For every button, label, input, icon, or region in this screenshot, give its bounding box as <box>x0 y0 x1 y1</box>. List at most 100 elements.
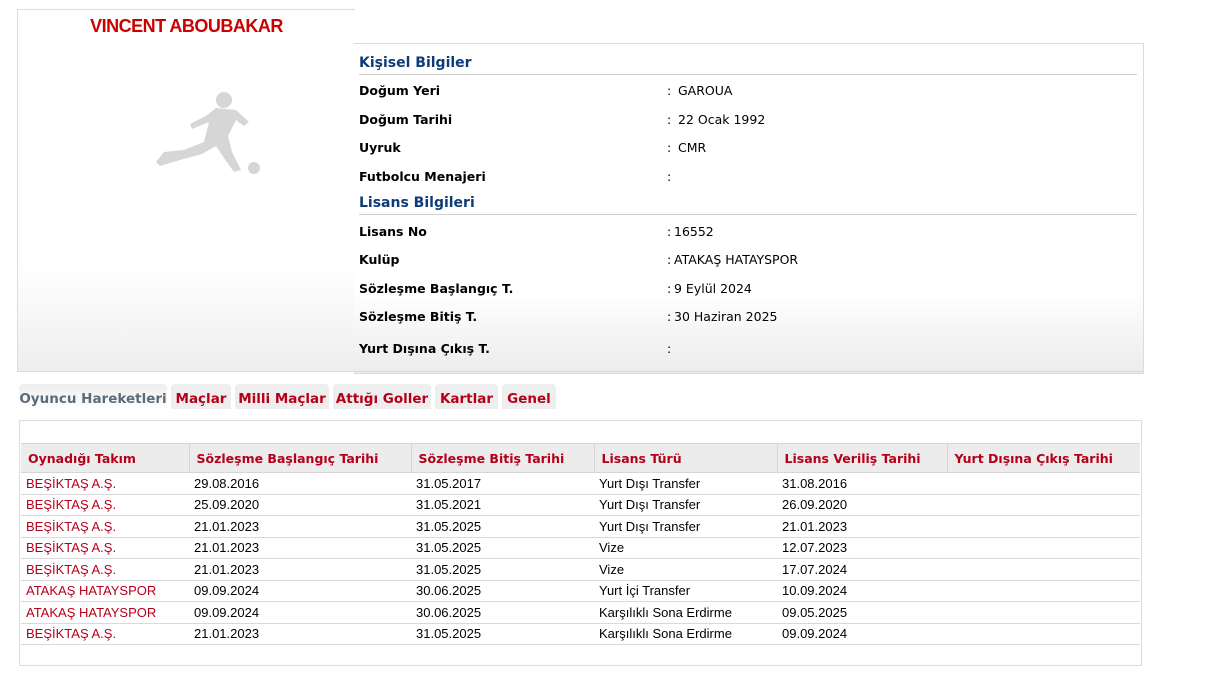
tab-goals[interactable]: Attığı Goller <box>333 384 431 409</box>
table-row: BEŞİKTAŞ A.Ş. 21.01.2023 31.05.2025 Yurt… <box>21 515 1140 538</box>
table-row: BEŞİKTAŞ A.Ş. 29.08.2016 31.05.2017 Yurt… <box>21 472 1140 495</box>
team-link[interactable]: BEŞİKTAŞ A.Ş. <box>21 623 189 645</box>
license-date-cell: 09.09.2024 <box>777 623 947 645</box>
abroad-exit-cell <box>947 537 1140 559</box>
contract-start-cell: 21.01.2023 <box>189 623 411 645</box>
team-link[interactable]: BEŞİKTAŞ A.Ş. <box>21 472 189 495</box>
abroad-exit-cell <box>947 580 1140 602</box>
table-header-row: Oynadığı Takım Sözleşme Başlangıç Tarihi… <box>21 443 1140 473</box>
column-header-team: Oynadığı Takım <box>21 443 189 473</box>
contract-start-cell: 09.09.2024 <box>189 580 411 602</box>
column-header-license-date: Lisans Veriliş Tarihi <box>776 443 947 473</box>
license-date-cell: 31.08.2016 <box>777 472 947 495</box>
contract-start-cell: 25.09.2020 <box>189 494 411 516</box>
team-link[interactable]: BEŞİKTAŞ A.Ş. <box>21 537 189 559</box>
contract-end-cell: 31.05.2021 <box>411 494 594 516</box>
contract-end-cell: 31.05.2025 <box>411 623 594 645</box>
field-colon: : <box>667 341 672 356</box>
manager-label: Futbolcu Menajeri <box>359 169 486 184</box>
nationality-value: CMR <box>678 140 707 155</box>
contract-start-value: 9 Eylül 2024 <box>674 281 752 296</box>
tab-general[interactable]: Genel <box>502 384 556 409</box>
column-header-license-type: Lisans Türü <box>593 443 777 473</box>
contract-end-cell: 31.05.2017 <box>411 472 594 495</box>
personal-info-title: Kişisel Bilgiler <box>359 52 1137 75</box>
tab-cards[interactable]: Kartlar <box>435 384 498 409</box>
birthplace-value: GAROUA <box>678 83 733 98</box>
field-colon: : <box>667 252 672 267</box>
tab-national-matches[interactable]: Milli Maçlar <box>235 384 329 409</box>
contract-start-cell: 21.01.2023 <box>189 537 411 559</box>
contract-end-cell: 31.05.2025 <box>411 537 594 559</box>
license-type-cell: Yurt Dışı Transfer <box>594 515 777 538</box>
contract-end-cell: 31.05.2025 <box>411 515 594 538</box>
team-link[interactable]: BEŞİKTAŞ A.Ş. <box>21 515 189 538</box>
license-date-cell: 10.09.2024 <box>777 580 947 602</box>
birthdate-value: 22 Ocak 1992 <box>678 112 766 127</box>
field-colon: : <box>667 224 672 239</box>
abroad-exit-cell <box>947 472 1140 495</box>
team-link[interactable]: BEŞİKTAŞ A.Ş. <box>21 558 189 581</box>
field-colon: : <box>667 112 672 127</box>
team-link[interactable]: ATAKAŞ HATAYSPOR <box>21 580 189 602</box>
contract-end-cell: 30.06.2025 <box>411 601 594 624</box>
tab-matches[interactable]: Maçlar <box>171 384 231 409</box>
field-colon: : <box>667 83 672 98</box>
club-value: ATAKAŞ HATAYSPOR <box>674 252 799 267</box>
abroad-exit-cell <box>947 515 1140 538</box>
license-type-cell: Karşılıklı Sona Erdirme <box>594 623 777 645</box>
abroad-exit-cell <box>947 494 1140 516</box>
team-link[interactable]: BEŞİKTAŞ A.Ş. <box>21 494 189 516</box>
table-row: BEŞİKTAŞ A.Ş. 21.01.2023 31.05.2025 Karş… <box>21 623 1140 645</box>
license-date-cell: 21.01.2023 <box>777 515 947 538</box>
contract-start-cell: 29.08.2016 <box>189 472 411 495</box>
player-info-card: Kişisel Bilgiler Doğum Yeri : GAROUA Doğ… <box>354 43 1144 374</box>
license-type-cell: Vize <box>594 537 777 559</box>
birthplace-label: Doğum Yeri <box>359 83 441 98</box>
table-row: ATAKAŞ HATAYSPOR 09.09.2024 30.06.2025 K… <box>21 601 1140 624</box>
club-label: Kulüp <box>359 252 400 267</box>
table-row: BEŞİKTAŞ A.Ş. 21.01.2023 31.05.2025 Vize… <box>21 537 1140 559</box>
nationality-label: Uyruk <box>359 140 401 155</box>
field-colon: : <box>667 309 672 324</box>
player-moves-panel: Oynadığı Takım Sözleşme Başlangıç Tarihi… <box>19 420 1142 666</box>
abroad-exit-label: Yurt Dışına Çıkış T. <box>359 341 490 356</box>
profile-divider <box>17 371 1144 372</box>
contract-start-cell: 21.01.2023 <box>189 558 411 581</box>
contract-start-label: Sözleşme Başlangıç T. <box>359 281 514 296</box>
license-date-cell: 09.05.2025 <box>777 601 947 624</box>
field-colon: : <box>667 169 672 184</box>
license-no-value: 16552 <box>674 224 714 239</box>
license-info-title: Lisans Bilgileri <box>359 192 1137 215</box>
license-date-cell: 26.09.2020 <box>777 494 947 516</box>
player-profile-card: VINCENT ABOUBAKAR <box>17 9 355 372</box>
column-header-contract-end: Sözleşme Bitiş Tarihi <box>410 443 594 473</box>
abroad-exit-cell <box>947 601 1140 624</box>
license-date-cell: 17.07.2024 <box>777 558 947 581</box>
column-header-contract-start: Sözleşme Başlangıç Tarihi <box>188 443 411 473</box>
contract-start-cell: 21.01.2023 <box>189 515 411 538</box>
tab-player-moves[interactable]: Oyuncu Hareketleri <box>19 384 167 409</box>
license-type-cell: Yurt İçi Transfer <box>594 580 777 602</box>
abroad-exit-cell <box>947 558 1140 581</box>
contract-end-cell: 30.06.2025 <box>411 580 594 602</box>
field-colon: : <box>667 140 672 155</box>
license-type-cell: Vize <box>594 558 777 581</box>
license-date-cell: 12.07.2023 <box>777 537 947 559</box>
table-row: BEŞİKTAŞ A.Ş. 21.01.2023 31.05.2025 Vize… <box>21 558 1140 581</box>
footballer-silhouette-icon <box>156 92 260 174</box>
player-name: VINCENT ABOUBAKAR <box>90 16 283 36</box>
license-type-cell: Karşılıklı Sona Erdirme <box>594 601 777 624</box>
license-type-cell: Yurt Dışı Transfer <box>594 494 777 516</box>
contract-end-value: 30 Haziran 2025 <box>674 309 778 324</box>
field-colon: : <box>667 281 672 296</box>
license-no-label: Lisans No <box>359 224 427 239</box>
table-row: ATAKAŞ HATAYSPOR 09.09.2024 30.06.2025 Y… <box>21 580 1140 602</box>
column-header-abroad-exit: Yurt Dışına Çıkış Tarihi <box>946 443 1140 473</box>
team-link[interactable]: ATAKAŞ HATAYSPOR <box>21 601 189 624</box>
contract-end-cell: 31.05.2025 <box>411 558 594 581</box>
contract-start-cell: 09.09.2024 <box>189 601 411 624</box>
contract-end-label: Sözleşme Bitiş T. <box>359 309 478 324</box>
birthdate-label: Doğum Tarihi <box>359 112 453 127</box>
table-row: BEŞİKTAŞ A.Ş. 25.09.2020 31.05.2021 Yurt… <box>21 494 1140 516</box>
